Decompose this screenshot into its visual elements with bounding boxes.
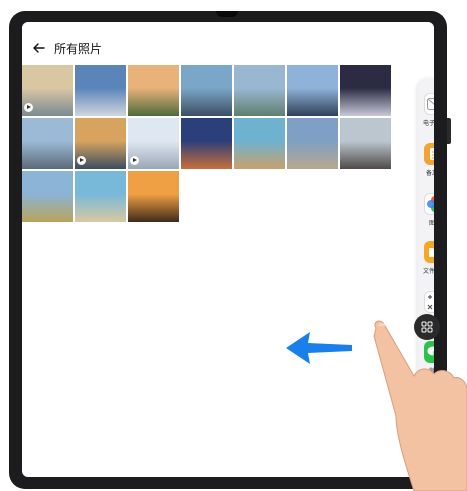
photo-thumbnail-beach-umbrella[interactable]: [234, 118, 285, 169]
dock-app-notes[interactable]: 备忘录: [418, 143, 434, 177]
photo-thumbnail-mountain-lake[interactable]: [181, 65, 232, 116]
dock-app-label: 电子邮件: [422, 120, 434, 127]
photo-thumbnail-snow-mountain[interactable]: [340, 118, 391, 169]
files-icon: [424, 241, 434, 263]
dock-app-label: 文件管理: [422, 268, 434, 275]
photo-thumbnail-city-skyline[interactable]: [287, 65, 338, 116]
photo-thumbnail-beach-surfer[interactable]: [22, 65, 73, 116]
top-bar: 所有照片: [22, 36, 322, 60]
notes-icon: [424, 143, 434, 165]
calculator-icon: [424, 291, 434, 313]
photo-thumbnail-sea-cliff[interactable]: [75, 171, 126, 222]
dock-app-mail[interactable]: 电子邮件: [418, 93, 434, 127]
page-title: 所有照片: [54, 41, 103, 56]
pointing-hand-icon: [373, 320, 467, 491]
photo-thumbnail-meadow-lake[interactable]: [22, 171, 73, 222]
mail-icon: [424, 93, 434, 115]
video-play-icon: [130, 156, 139, 165]
hinge-notch: [216, 11, 238, 17]
video-play-icon: [77, 156, 86, 165]
dock-app-gallery[interactable]: 图库: [418, 193, 434, 227]
photo-thumbnail-bridge-city[interactable]: [22, 118, 73, 169]
photo-thumbnail-fireworks-city[interactable]: [340, 65, 391, 116]
photo-thumbnail-lake-village[interactable]: [234, 65, 285, 116]
back-arrow-icon[interactable]: [32, 41, 46, 55]
photo-thumbnail-palace[interactable]: [287, 118, 338, 169]
photo-thumbnail-palm-sunset[interactable]: [128, 171, 179, 222]
video-play-icon: [24, 103, 33, 112]
swipe-left-arrow-icon: [286, 332, 352, 364]
side-button: [447, 118, 451, 144]
photo-thumbnail-snow-ski[interactable]: [128, 118, 179, 169]
dock-app-label: 备忘录: [425, 170, 434, 177]
photo-thumbnail-coast-sunset[interactable]: [75, 118, 126, 169]
gallery-icon: [424, 193, 434, 215]
dock-app-files[interactable]: 文件管理: [418, 241, 434, 275]
dock-app-label: 图库: [428, 220, 434, 227]
photo-thumbnail-ferris-wheel[interactable]: [181, 118, 232, 169]
photo-thumbnail-balloons-field[interactable]: [128, 65, 179, 116]
photo-thumbnail-castle[interactable]: [75, 65, 126, 116]
